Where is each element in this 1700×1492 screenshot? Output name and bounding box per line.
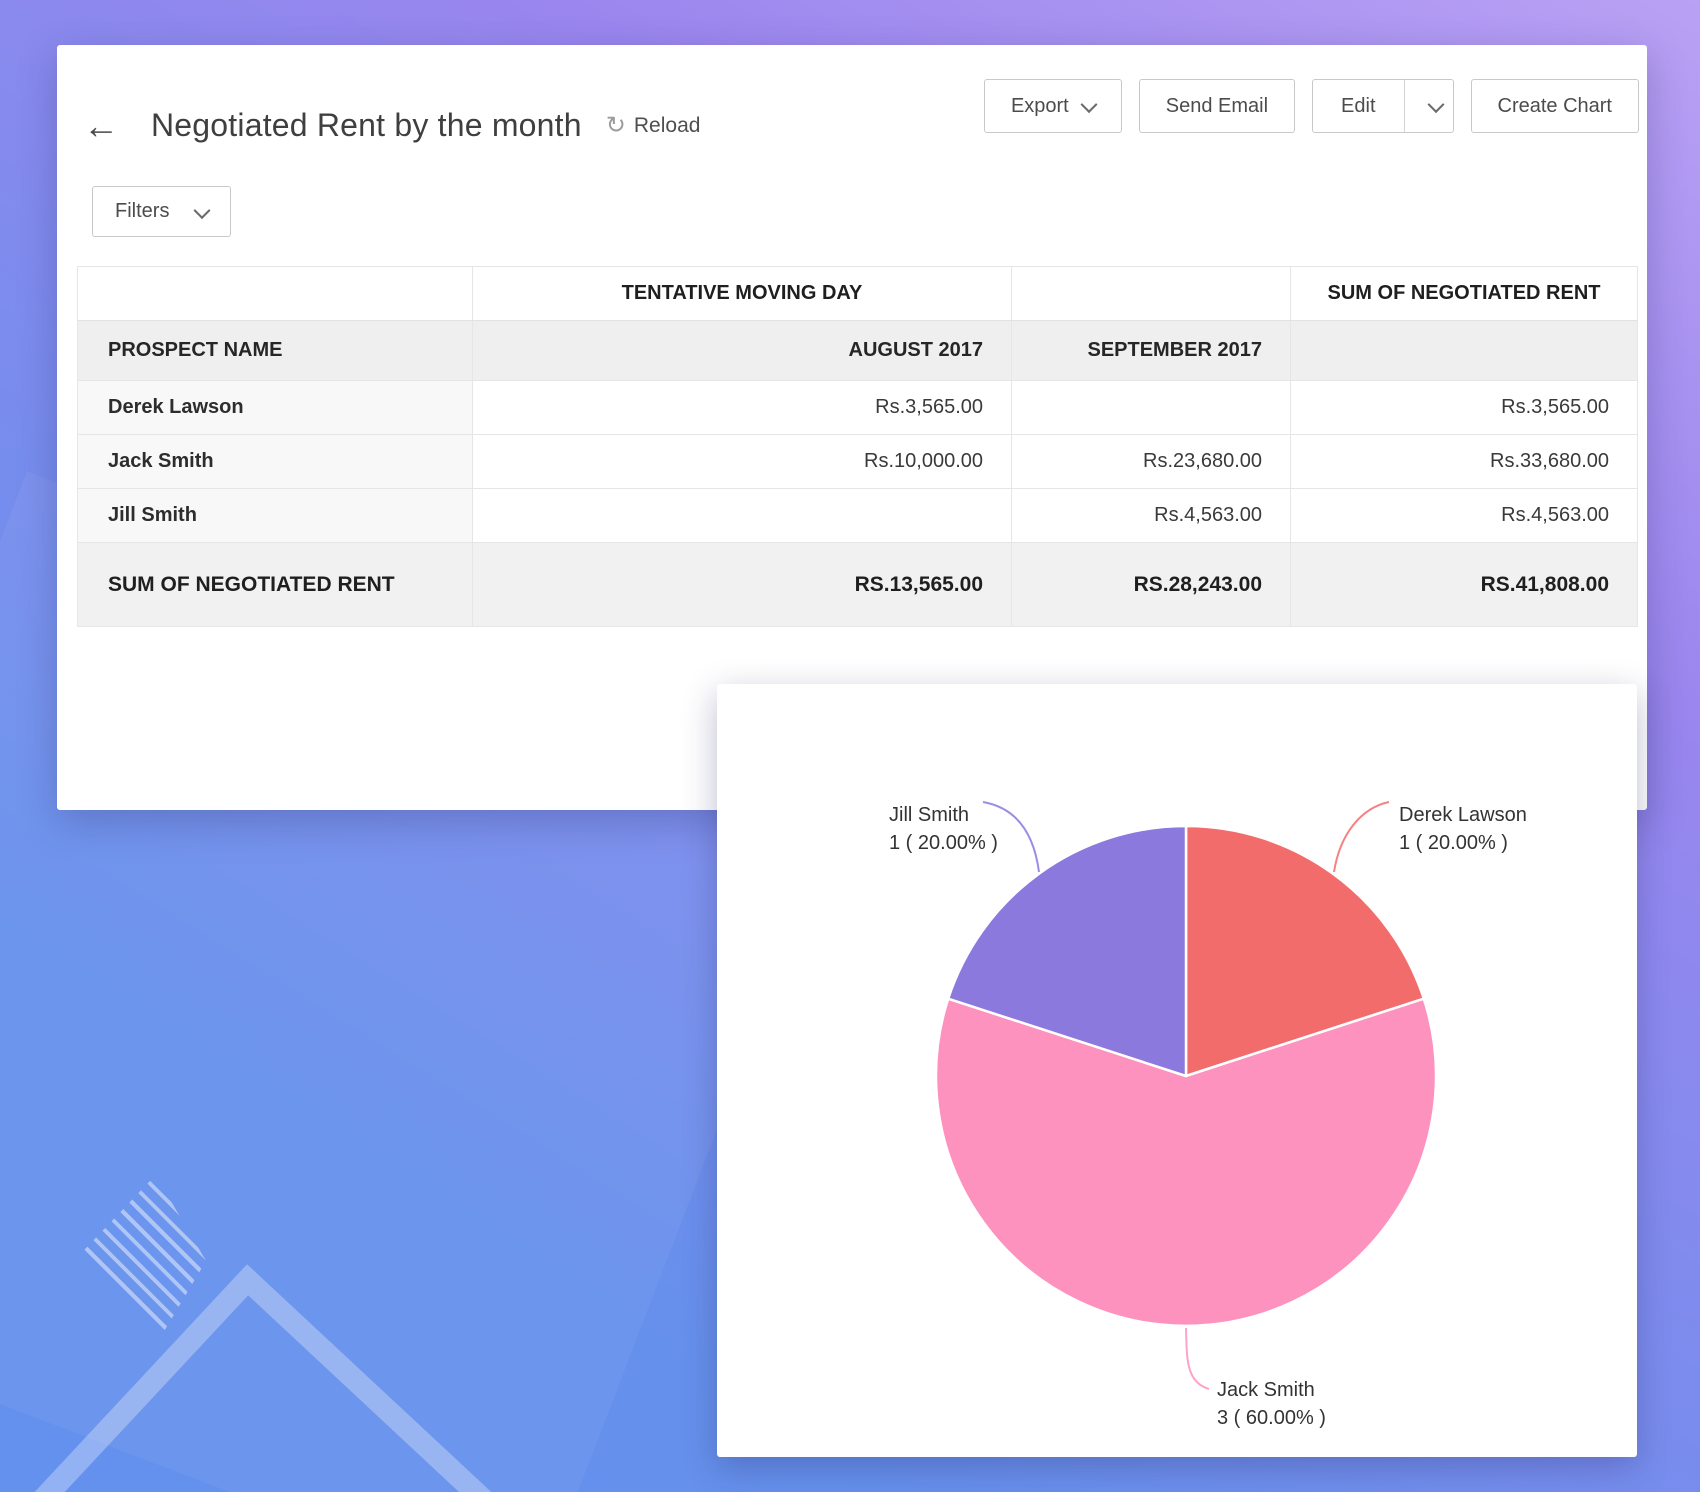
table-column-header-row: PROSPECT NAME AUGUST 2017 SEPTEMBER 2017 — [78, 321, 1638, 381]
footer-august-cell: RS.13,565.00 — [473, 543, 1012, 627]
total-value-cell: Rs.4,563.00 — [1291, 489, 1638, 543]
group-header-sum: SUM OF NEGOTIATED RENT — [1291, 267, 1638, 321]
table-row: Derek Lawson Rs.3,565.00 Rs.3,565.00 — [78, 381, 1638, 435]
group-header-empty-cell — [1012, 267, 1291, 321]
column-header-august: AUGUST 2017 — [473, 321, 1012, 381]
table-row: Jill Smith Rs.4,563.00 Rs.4,563.00 — [78, 489, 1638, 543]
prospect-name-cell: Derek Lawson — [78, 381, 473, 435]
column-header-prospect: PROSPECT NAME — [78, 321, 473, 381]
september-value-cell — [1012, 381, 1291, 435]
pie-label-derek-lawson-name: Derek Lawson — [1399, 804, 1527, 826]
column-header-empty-cell — [1291, 321, 1638, 381]
desktop-background: ← Negotiated Rent by the month ↻ Reload … — [0, 0, 1700, 1492]
edit-split-button: Edit — [1312, 79, 1453, 133]
export-label: Export — [1011, 95, 1069, 118]
table-row: Jack Smith Rs.10,000.00 Rs.23,680.00 Rs.… — [78, 435, 1638, 489]
leader-line-jack-smith — [1186, 1328, 1209, 1389]
reload-icon: ↻ — [606, 114, 626, 138]
footer-total-cell: RS.41,808.00 — [1291, 543, 1638, 627]
create-chart-label: Create Chart — [1498, 95, 1613, 118]
footer-september-cell: RS.28,243.00 — [1012, 543, 1291, 627]
prospect-name-cell: Jack Smith — [78, 435, 473, 489]
pie-chart-card: Jill Smith 1 ( 20.00% ) Derek Lawson 1 (… — [717, 684, 1637, 1457]
table-footer-row: SUM OF NEGOTIATED RENT RS.13,565.00 RS.2… — [78, 543, 1638, 627]
pivot-table: TENTATIVE MOVING DAY SUM OF NEGOTIATED R… — [77, 266, 1638, 627]
create-chart-button[interactable]: Create Chart — [1471, 79, 1640, 133]
total-value-cell: Rs.33,680.00 — [1291, 435, 1638, 489]
pie-label-jill-smith-value: 1 ( 20.00% ) — [889, 832, 998, 854]
edit-label: Edit — [1341, 95, 1375, 118]
table-group-header-row: TENTATIVE MOVING DAY SUM OF NEGOTIATED R… — [78, 267, 1638, 321]
reload-button[interactable]: ↻ Reload — [606, 114, 701, 138]
pie-label-jack-smith-value: 3 ( 60.00% ) — [1217, 1407, 1326, 1429]
page-title: Negotiated Rent by the month — [151, 107, 582, 144]
column-header-september: SEPTEMBER 2017 — [1012, 321, 1291, 381]
back-arrow-icon[interactable]: ← — [77, 108, 125, 144]
september-value-cell: Rs.4,563.00 — [1012, 489, 1291, 543]
edit-button[interactable]: Edit — [1313, 80, 1403, 132]
prospect-name-cell: Jill Smith — [78, 489, 473, 543]
send-email-button[interactable]: Send Email — [1139, 79, 1295, 133]
filters-label: Filters — [115, 200, 169, 223]
chevron-down-icon — [1427, 96, 1444, 113]
pie-label-jill-smith-name: Jill Smith — [889, 804, 969, 826]
chevron-down-icon — [194, 202, 211, 219]
august-value-cell: Rs.3,565.00 — [473, 381, 1012, 435]
pie-chart: Jill Smith 1 ( 20.00% ) Derek Lawson 1 (… — [717, 684, 1637, 1457]
export-button[interactable]: Export — [984, 79, 1122, 133]
chevron-down-icon — [1080, 96, 1097, 113]
edit-dropdown-button[interactable] — [1404, 80, 1453, 132]
september-value-cell: Rs.23,680.00 — [1012, 435, 1291, 489]
report-header: ← Negotiated Rent by the month ↻ Reload — [77, 107, 700, 144]
august-value-cell — [473, 489, 1012, 543]
toolbar: Export Send Email Edit Create Chart — [984, 79, 1639, 133]
group-header-empty-cell — [78, 267, 473, 321]
reload-label: Reload — [634, 114, 701, 138]
leader-line-derek-lawson — [1334, 802, 1389, 872]
pie-label-derek-lawson-value: 1 ( 20.00% ) — [1399, 832, 1508, 854]
filters-button[interactable]: Filters — [92, 186, 231, 237]
send-email-label: Send Email — [1166, 95, 1268, 118]
group-header-moving-day: TENTATIVE MOVING DAY — [473, 267, 1012, 321]
august-value-cell: Rs.10,000.00 — [473, 435, 1012, 489]
pie-label-jack-smith-name: Jack Smith — [1217, 1379, 1315, 1401]
total-value-cell: Rs.3,565.00 — [1291, 381, 1638, 435]
footer-label-cell: SUM OF NEGOTIATED RENT — [78, 543, 473, 627]
